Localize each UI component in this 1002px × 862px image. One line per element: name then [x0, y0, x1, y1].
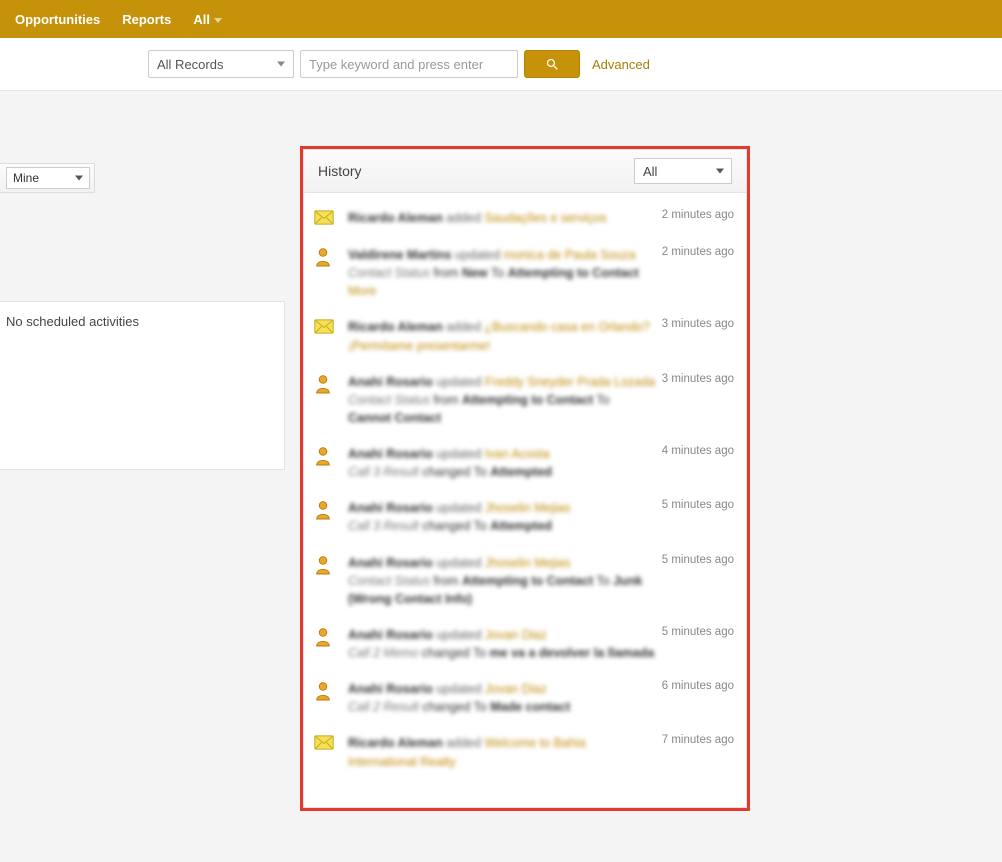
left-filter-panel: Mine	[0, 163, 95, 193]
person-icon	[314, 499, 340, 535]
mail-icon	[314, 318, 340, 354]
history-item-time: 2 minutes ago	[662, 246, 734, 258]
history-item[interactable]: Anahi Rosario updated Jhoselin MejiasCon…	[314, 546, 736, 618]
history-item-time: 2 minutes ago	[662, 209, 734, 221]
chevron-down-icon	[277, 62, 285, 67]
history-item-time: 6 minutes ago	[662, 680, 734, 692]
history-item[interactable]: Anahi Rosario updated Jovan DiazCall 2 M…	[314, 618, 736, 672]
records-filter-select[interactable]: All Records	[148, 50, 294, 78]
records-filter-label: All Records	[157, 57, 223, 72]
history-item[interactable]: Ricardo Aleman added ¿Buscando casa en O…	[314, 310, 736, 364]
mail-icon	[314, 734, 340, 770]
history-panel: History All Ricardo Aleman added Saudaçõ…	[303, 149, 747, 808]
chevron-down-icon	[75, 176, 83, 181]
body-area: Mine No scheduled activities History All…	[0, 91, 1002, 161]
history-item-time: 5 minutes ago	[662, 554, 734, 566]
no-activities-text: No scheduled activities	[6, 314, 139, 329]
advanced-search-link[interactable]: Advanced	[592, 57, 650, 72]
mine-select[interactable]: Mine	[6, 167, 90, 189]
nav-opportunities[interactable]: Opportunities	[15, 12, 100, 27]
person-icon	[314, 626, 340, 662]
search-button[interactable]	[524, 50, 580, 78]
history-item[interactable]: Valdirene Martins updated monica de Paul…	[314, 238, 736, 310]
search-input[interactable]	[300, 50, 518, 78]
person-icon	[314, 445, 340, 481]
history-item[interactable]: Anahi Rosario updated Freddy Sneyder Pra…	[314, 365, 736, 437]
search-bar: All Records Advanced	[0, 38, 1002, 91]
mine-select-label: Mine	[13, 171, 39, 185]
search-icon	[545, 57, 560, 72]
activities-panel: No scheduled activities	[0, 301, 285, 470]
history-item-time: 7 minutes ago	[662, 734, 734, 746]
highlight-frame: History All Ricardo Aleman added Saudaçõ…	[300, 146, 750, 811]
person-icon	[314, 554, 340, 608]
history-item[interactable]: Ricardo Aleman added Saudações e serviço…	[314, 201, 736, 238]
person-icon	[314, 246, 340, 300]
history-item-time: 5 minutes ago	[662, 626, 734, 638]
history-item[interactable]: Anahi Rosario updated Jhoselin MejiasCal…	[314, 491, 736, 545]
person-icon	[314, 680, 340, 716]
history-filter-select[interactable]: All	[634, 158, 732, 184]
history-title: History	[318, 163, 362, 179]
history-item[interactable]: Anahi Rosario updated Jovan DiazCall 2 R…	[314, 672, 736, 726]
person-icon	[314, 373, 340, 427]
history-item-time: 5 minutes ago	[662, 499, 734, 511]
history-item[interactable]: Ricardo Aleman added Welcome to Bahia In…	[314, 726, 736, 780]
nav-reports[interactable]: Reports	[122, 12, 171, 27]
top-nav: Opportunities Reports All	[0, 0, 1002, 38]
nav-all[interactable]: All	[193, 12, 222, 27]
history-header: History All	[304, 149, 746, 193]
history-item-time: 4 minutes ago	[662, 445, 734, 457]
chevron-down-icon	[716, 169, 724, 174]
mail-icon	[314, 209, 340, 228]
history-item-time: 3 minutes ago	[662, 318, 734, 330]
history-body: Ricardo Aleman added Saudações e serviço…	[304, 193, 746, 807]
history-filter-label: All	[643, 164, 657, 179]
history-item[interactable]: Anahi Rosario updated Ivan AcostaCall 3 …	[314, 437, 736, 491]
history-item-time: 3 minutes ago	[662, 373, 734, 385]
